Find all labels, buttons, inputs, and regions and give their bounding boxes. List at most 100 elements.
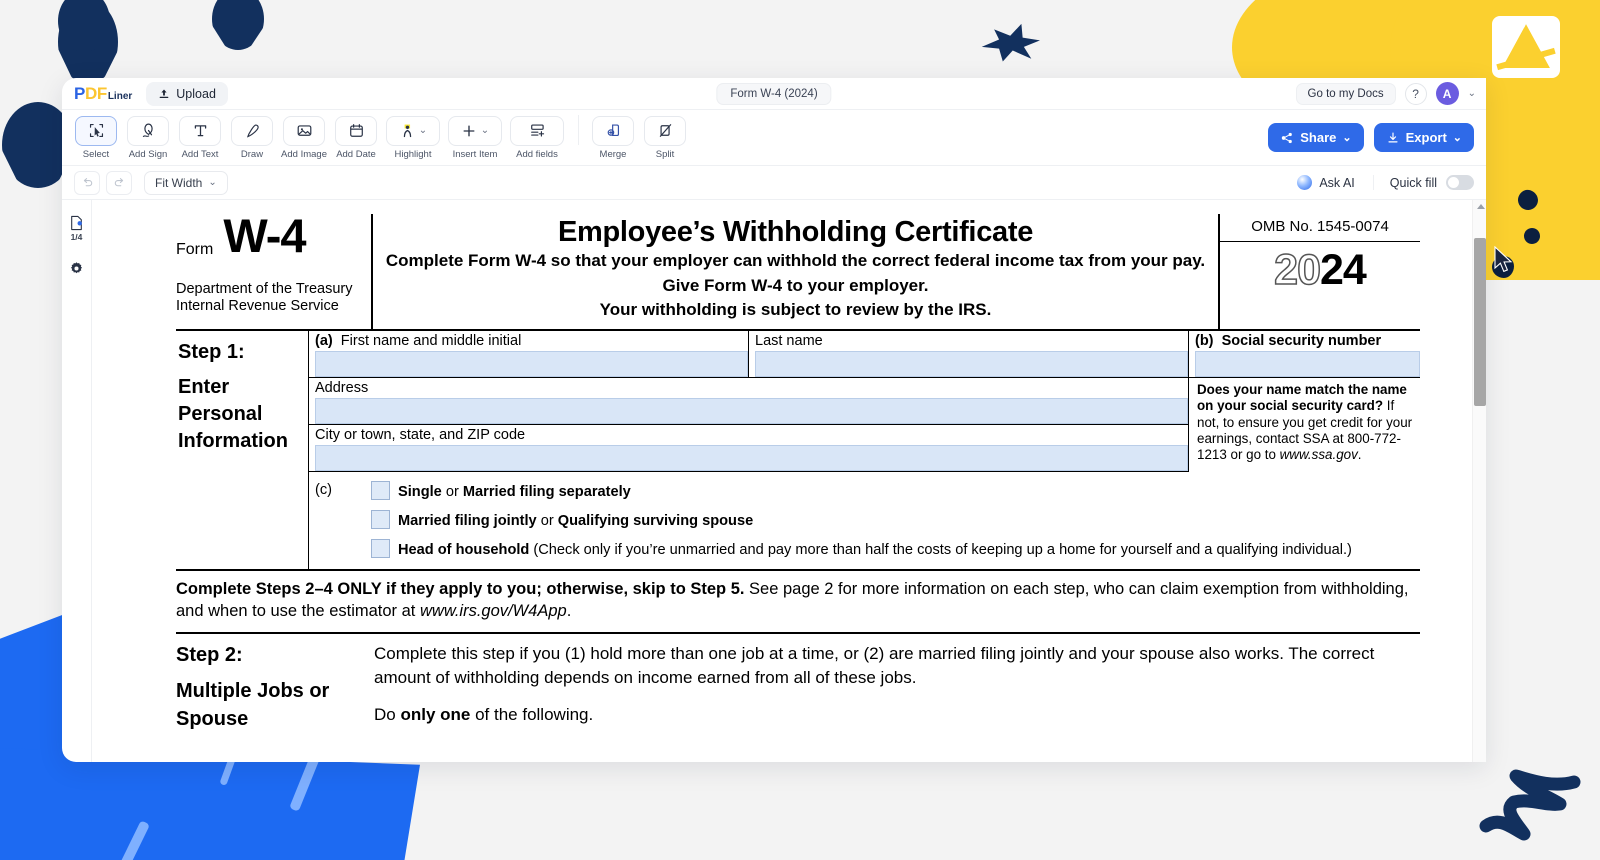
ask-ai-label: Ask AI xyxy=(1319,176,1354,190)
tool-select[interactable]: Select xyxy=(74,116,118,160)
ssn-note-end: . xyxy=(1358,447,1362,462)
account-chevron-down-icon[interactable]: ⌄ xyxy=(1468,88,1476,99)
share-chevron-down-icon[interactable]: ⌄ xyxy=(1342,131,1351,144)
tool-merge[interactable]: Merge xyxy=(591,116,635,160)
export-label: Export xyxy=(1406,130,1447,145)
tool-add-sign[interactable]: Add Sign xyxy=(126,116,170,160)
decor-navy-blob xyxy=(0,56,20,92)
highlighter-icon xyxy=(399,122,416,139)
tool-highlight[interactable]: ⌄ Highlight xyxy=(386,116,440,160)
filing-status-tag: (c) xyxy=(315,476,371,563)
address-row: Address xyxy=(309,378,1188,425)
first-name-label: (a) First name and middle initial xyxy=(315,333,748,351)
form-year-prefix: 20 xyxy=(1274,246,1320,294)
logo-letter-d: D xyxy=(85,84,97,104)
scroll-up-arrow-icon[interactable] xyxy=(1477,204,1485,209)
first-name-input[interactable] xyxy=(315,351,748,377)
page-counter: 1/4 xyxy=(71,232,83,242)
tool-add-text[interactable]: Add Text xyxy=(178,116,222,160)
form-header: Form W-4 Department of the Treasury Inte… xyxy=(176,214,1420,331)
address-cell: Address xyxy=(309,378,1188,424)
filing-option-single[interactable]: Single or Married filing separately xyxy=(371,476,1420,505)
export-button[interactable]: Export ⌄ xyxy=(1374,123,1474,152)
form-year-suffix: 24 xyxy=(1320,246,1366,294)
tool-split[interactable]: Split xyxy=(643,116,687,160)
ssn-text: Social security number xyxy=(1222,333,1382,349)
omb-number: OMB No. 1545-0074 xyxy=(1220,214,1420,242)
quick-fill-toggle[interactable]: Quick fill xyxy=(1390,175,1474,190)
step2-title: Step 2: xyxy=(176,642,374,670)
last-name-label: Last name xyxy=(755,333,1188,351)
document-scrollbar[interactable] xyxy=(1472,200,1486,762)
quick-fill-switch[interactable] xyxy=(1446,175,1474,190)
topbar-right-group: Go to my Docs ? A ⌄ xyxy=(1296,82,1476,105)
tool-merge-box xyxy=(592,116,634,146)
tool-add-fields-box xyxy=(510,116,564,146)
document-viewport[interactable]: Form W-4 Department of the Treasury Inte… xyxy=(92,200,1472,762)
tool-add-image[interactable]: Add Image xyxy=(282,116,326,160)
tool-insert-item[interactable]: ⌄ Insert Item xyxy=(448,116,502,160)
tool-add-date[interactable]: Add Date xyxy=(334,116,378,160)
form-number: W-4 xyxy=(223,214,305,259)
toolbar-right-actions: Share ⌄ Export ⌄ xyxy=(1268,123,1474,152)
fit-width-dropdown[interactable]: Fit Width ⌄ xyxy=(144,171,228,195)
checkbox-head-of-household[interactable] xyxy=(371,539,390,558)
ssn-label: (b) Social security number xyxy=(1195,333,1420,351)
help-icon[interactable]: ? xyxy=(1405,83,1427,105)
decor-navy-bird xyxy=(978,22,1040,68)
step1-title: Step 1: xyxy=(178,339,308,366)
filing-option-hoh[interactable]: Head of household (Check only if you’re … xyxy=(371,534,1420,563)
step2-body: Complete this step if you (1) hold more … xyxy=(374,642,1420,733)
ask-ai-button[interactable]: Ask AI xyxy=(1297,175,1373,190)
filing-option-joint[interactable]: Married filing jointly or Qualifying sur… xyxy=(371,505,1420,534)
steps-notice-end: . xyxy=(567,602,572,620)
logo-letter-f: F xyxy=(97,84,107,104)
checkbox-single[interactable] xyxy=(371,481,390,500)
insert-item-chevron-down-icon[interactable]: ⌄ xyxy=(481,125,489,136)
tool-insert-item-label: Insert Item xyxy=(453,149,498,160)
tool-add-fields[interactable]: Add fields xyxy=(510,116,564,160)
tool-select-box xyxy=(75,116,117,146)
tool-add-text-box xyxy=(179,116,221,146)
last-name-input[interactable] xyxy=(755,351,1188,377)
ssn-input[interactable] xyxy=(1195,351,1420,377)
ssn-column: (b) Social security number Does your nam… xyxy=(1188,331,1420,472)
redo-icon[interactable] xyxy=(106,171,132,195)
filing-option-0-mid: or xyxy=(442,484,463,500)
rail-item-settings[interactable] xyxy=(62,248,91,288)
filing-option-2-bold1: Head of household xyxy=(398,542,529,558)
calendar-icon xyxy=(348,122,365,139)
decor-navy-blob xyxy=(212,0,264,50)
screen: PDFLiner Upload Form W-4 (2024) Go to my… xyxy=(0,0,1600,860)
city-input[interactable] xyxy=(315,445,1188,471)
decor-blue-shape xyxy=(0,748,420,860)
go-to-my-docs-button[interactable]: Go to my Docs xyxy=(1296,83,1396,105)
filing-option-1-bold1: Married filing jointly xyxy=(398,513,537,529)
tool-highlight-box: ⌄ xyxy=(386,116,440,146)
checkbox-married-filing-jointly[interactable] xyxy=(371,510,390,529)
ssn-note-url: www.ssa.gov xyxy=(1280,447,1358,462)
undo-icon[interactable] xyxy=(74,171,100,195)
share-button[interactable]: Share ⌄ xyxy=(1268,123,1363,152)
first-name-tag: (a) xyxy=(315,333,333,349)
signature-icon xyxy=(140,122,157,139)
avatar[interactable]: A xyxy=(1436,82,1459,105)
tool-draw-label: Draw xyxy=(241,149,263,160)
form-subtitle-1: Complete Form W-4 so that your employer … xyxy=(381,249,1210,274)
address-label: Address xyxy=(315,380,1188,398)
name-row: (a) First name and middle initial Last n… xyxy=(309,331,1188,378)
scrollbar-thumb[interactable] xyxy=(1474,238,1486,406)
ai-orb-icon xyxy=(1297,175,1312,190)
filing-option-2-tail: (Check only if you’re unmarried and pay … xyxy=(529,542,1352,558)
image-icon xyxy=(296,122,313,139)
pdfliner-logo[interactable]: PDFLiner xyxy=(74,84,132,104)
export-chevron-down-icon[interactable]: ⌄ xyxy=(1453,131,1462,144)
rail-item-pages[interactable]: 1/4 xyxy=(62,208,91,248)
pen-icon xyxy=(244,122,261,139)
highlight-chevron-down-icon[interactable]: ⌄ xyxy=(419,125,427,136)
tool-draw[interactable]: Draw xyxy=(230,116,274,160)
upload-button[interactable]: Upload xyxy=(146,82,228,106)
address-input[interactable] xyxy=(315,398,1188,424)
pdfliner-app-window: PDFLiner Upload Form W-4 (2024) Go to my… xyxy=(62,78,1486,762)
document-title-tab[interactable]: Form W-4 (2024) xyxy=(716,83,831,105)
